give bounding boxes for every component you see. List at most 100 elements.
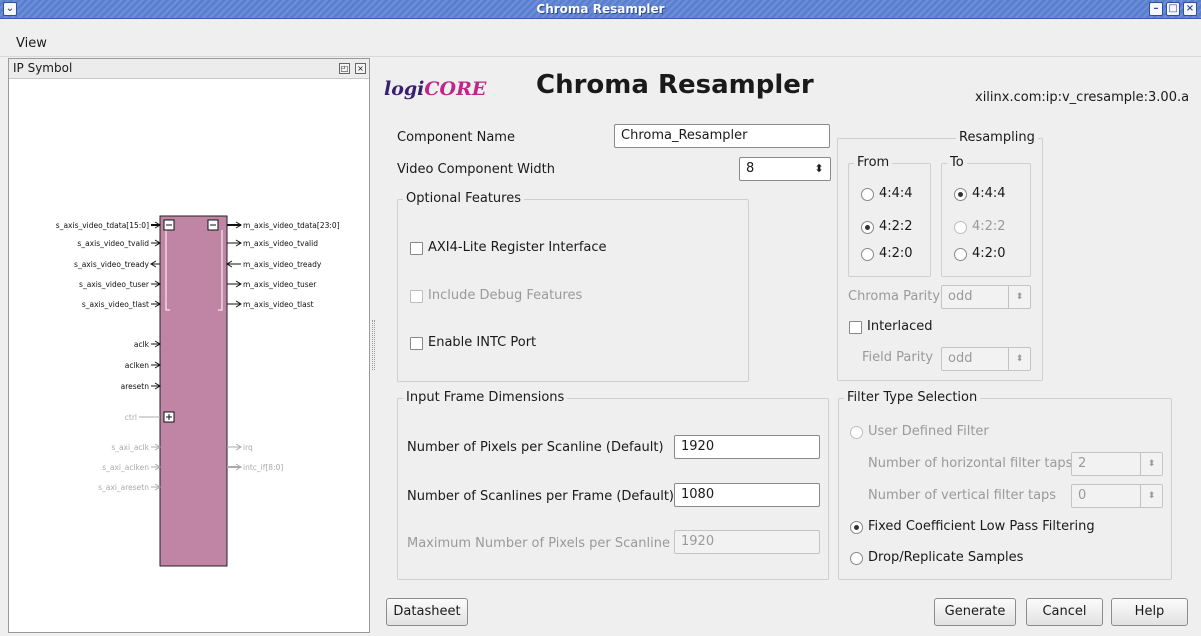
menu-bar: View (0, 20, 1201, 57)
component-name-label: Component Name (397, 130, 515, 145)
lines-input[interactable]: 1080 (674, 483, 820, 507)
to-444-label: 4:4:4 (972, 186, 1006, 201)
user-defined-label: User Defined Filter (868, 424, 989, 439)
generate-button[interactable]: Generate (934, 598, 1016, 626)
debug-label: Include Debug Features (428, 288, 583, 303)
logo-core: CORE (424, 78, 487, 100)
intc-checkbox[interactable] (410, 337, 423, 350)
from-420-radio[interactable] (861, 248, 874, 261)
port-label: aclk (134, 340, 150, 349)
resampling-title: Resampling (956, 130, 1038, 145)
spinner-icon: ⬍ (1008, 348, 1030, 370)
to-title: To (947, 155, 967, 170)
port-label: s_axis_video_tuser (79, 280, 150, 289)
htaps-label: Number of horizontal filter taps (868, 456, 1073, 471)
pixels-label: Number of Pixels per Scanline (Default) (407, 440, 664, 455)
help-label: Help (1134, 604, 1165, 619)
to-422-label: 4:2:2 (972, 219, 1006, 234)
help-button[interactable]: Help (1111, 598, 1188, 626)
video-width-select[interactable]: 8 ⬍ (739, 157, 831, 181)
menu-view[interactable]: View (16, 36, 47, 51)
intc-label: Enable INTC Port (428, 335, 537, 350)
video-width-label: Video Component Width (397, 162, 555, 177)
from-422-label: 4:2:2 (879, 219, 913, 234)
field-parity-label: Field Parity (862, 350, 934, 365)
port-label: s_axis_video_tready (74, 260, 149, 269)
maximize-icon[interactable]: □ (1166, 2, 1180, 16)
pixels-input[interactable]: 1920 (674, 435, 820, 459)
field-parity-value: odd (948, 351, 973, 366)
vtaps-label: Number of vertical filter taps (868, 488, 1057, 503)
generate-label: Generate (944, 604, 1006, 619)
to-444-radio[interactable] (954, 188, 967, 201)
port-label: s_axis_video_tvalid (77, 239, 149, 248)
from-420-label: 4:2:0 (879, 246, 913, 261)
htaps-value: 2 (1078, 456, 1087, 471)
port-label: m_axis_video_tdata[23:0] (243, 221, 340, 230)
port-label: s_axi_aclken (102, 463, 149, 472)
ip-symbol-diagram: s_axis_video_tdata[15:0] s_axis_video_tva… (56, 215, 340, 567)
port-label: s_axis_video_tdata[15:0] (56, 221, 149, 230)
splitter-handle[interactable] (372, 320, 375, 370)
user-defined-radio[interactable] (850, 426, 863, 439)
chroma-parity-label: Chroma Parity (848, 289, 941, 304)
ip-symbol-title: IP Symbol (13, 61, 73, 75)
title-bar: ⌄ Chroma Resampler – □ × (0, 0, 1201, 19)
debug-checkbox[interactable] (410, 290, 423, 303)
port-label: intc_if[8:0] (243, 463, 283, 472)
port-label: m_axis_video_tready (243, 260, 322, 269)
component-name-input[interactable]: Chroma_Resampler (614, 124, 830, 148)
port-label: aclken (125, 361, 149, 370)
ip-symbol-header: IP Symbol ◰ × (9, 59, 369, 79)
spinner-icon: ⬍ (1140, 453, 1162, 475)
optional-features-title: Optional Features (403, 191, 524, 206)
field-parity-select[interactable]: odd ⬍ (941, 347, 1031, 371)
logo-logi: logi (384, 78, 425, 100)
cancel-label: Cancel (1042, 604, 1087, 619)
port-label: m_axis_video_tuser (243, 280, 317, 289)
port-label: s_axi_aresetn (98, 483, 149, 492)
close-panel-icon[interactable]: × (355, 63, 366, 74)
vlnv-label: xilinx.com:ip:v_cresample:3.00.a (975, 90, 1190, 105)
htaps-select[interactable]: 2 ⬍ (1071, 452, 1163, 476)
lines-label: Number of Scanlines per Frame (Default) (407, 489, 674, 504)
from-title: From (854, 155, 893, 170)
from-444-radio[interactable] (861, 188, 874, 201)
to-422-radio[interactable] (954, 221, 967, 234)
filter-type-title: Filter Type Selection (844, 390, 981, 405)
port-label: m_axis_video_tvalid (243, 239, 318, 248)
max-pixels-input[interactable]: 1920 (674, 530, 820, 554)
to-420-radio[interactable] (954, 248, 967, 261)
axi4-lite-label: AXI4-Lite Register Interface (428, 240, 607, 255)
frame-dimensions-title: Input Frame Dimensions (403, 390, 568, 405)
datasheet-label: Datasheet (393, 604, 461, 619)
from-422-radio[interactable] (861, 221, 874, 234)
float-icon[interactable]: ◰ (339, 63, 350, 74)
port-label: aresetn (121, 382, 150, 391)
ip-symbol-panel: IP Symbol ◰ × s_axis_video_tdata[15:0] s_… (8, 58, 370, 633)
cancel-button[interactable]: Cancel (1026, 598, 1103, 626)
axi4-lite-checkbox[interactable] (410, 242, 423, 255)
minimize-icon[interactable]: – (1149, 2, 1163, 16)
datasheet-button[interactable]: Datasheet (386, 598, 468, 626)
chroma-parity-value: odd (948, 289, 973, 304)
drop-replicate-radio[interactable] (850, 552, 863, 565)
interlaced-checkbox[interactable] (849, 321, 862, 334)
fixed-coefficient-label: Fixed Coefficient Low Pass Filtering (868, 519, 1095, 534)
page-title: Chroma Resampler (536, 70, 814, 100)
vtaps-select[interactable]: 0 ⬍ (1071, 484, 1163, 508)
spinner-icon: ⬍ (1008, 286, 1030, 308)
port-label: ctrl (125, 413, 137, 422)
port-label: m_axis_video_tlast (243, 300, 314, 309)
spinner-icon: ⬍ (814, 162, 824, 175)
vtaps-value: 0 (1078, 488, 1087, 503)
close-icon[interactable]: × (1183, 2, 1197, 16)
max-pixels-label: Maximum Number of Pixels per Scanline (407, 536, 670, 551)
drop-replicate-label: Drop/Replicate Samples (868, 550, 1024, 565)
interlaced-label: Interlaced (867, 319, 933, 334)
chroma-parity-select[interactable]: odd ⬍ (941, 285, 1031, 309)
port-label: s_axis_video_tlast (82, 300, 149, 309)
logicore-logo: logiCORE (384, 78, 486, 100)
fixed-coefficient-radio[interactable] (850, 521, 863, 534)
video-width-value: 8 (746, 161, 755, 176)
